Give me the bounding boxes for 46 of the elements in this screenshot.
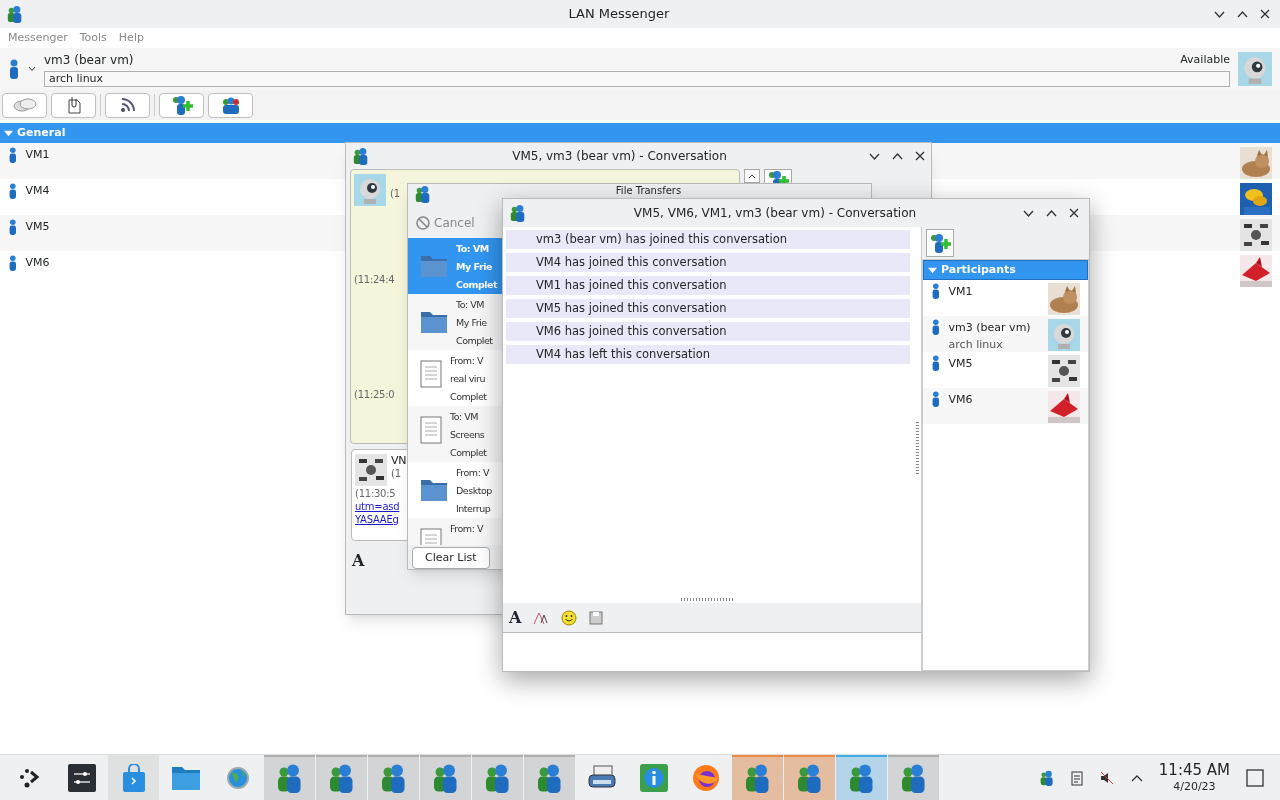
transfer-text: Desktop <box>456 484 492 498</box>
transfer-text: Complet <box>456 334 493 348</box>
message-time: (11:25:0 <box>354 388 395 402</box>
user-name: vm3 (bear vm) <box>44 52 134 69</box>
event-message: VM6 has joined this conversation <box>506 322 910 341</box>
window-title: VM5, vm3 (bear vm) - Conversation <box>511 148 728 165</box>
event-message: VM5 has joined this conversation <box>506 299 910 318</box>
transfer-text: My Frie <box>456 260 492 274</box>
transfer-text: Complet <box>450 446 487 460</box>
transfer-text: Complet <box>450 390 487 404</box>
event-message: vm3 (bear vm) has joined this conversation <box>506 230 910 249</box>
sender-name: VN <box>391 454 407 468</box>
contact-name: VM5 <box>25 219 50 235</box>
window-title: VM5, VM6, VM1, vm3 (bear vm) - Conversation <box>632 205 918 222</box>
message-time: (1 <box>391 467 401 481</box>
group-label: General <box>17 124 66 141</box>
transfer-text: real viru <box>450 372 485 386</box>
participant-note: arch linux <box>948 337 1004 353</box>
transfer-text: Complet <box>456 278 498 292</box>
message-time: (1 <box>390 187 400 201</box>
participant-name: VM6 <box>948 392 973 408</box>
clock-date: 4/20/23 <box>1173 780 1216 794</box>
transfer-text: From: V <box>456 466 489 480</box>
transfer-text: To: VM <box>456 298 485 312</box>
transfer-text: To: VM <box>450 410 479 424</box>
event-message: VM4 has left this conversation <box>506 345 910 364</box>
message-time: (11:24:4 <box>354 273 395 287</box>
group-label: Participants <box>941 261 1016 278</box>
transfer-text: From: V <box>450 354 483 368</box>
event-message: VM1 has joined this conversation <box>506 276 910 295</box>
window-title: LAN Messenger <box>567 5 671 24</box>
transfer-text: To: VM <box>456 242 489 256</box>
event-message: VM4 has joined this conversation <box>506 253 910 272</box>
transfer-text: My Frie <box>456 316 487 330</box>
participant-name: VM5 <box>948 356 973 372</box>
participant-name: vm3 (bear vm) <box>948 320 1031 336</box>
message-time: (11:30:5 <box>355 487 396 501</box>
transfer-text: Screens <box>450 428 485 442</box>
participant-name: VM1 <box>948 284 973 300</box>
contact-name: VM6 <box>25 255 50 271</box>
transfer-text: From: V <box>450 522 483 536</box>
clock-time: 11:45 AM <box>1158 761 1230 780</box>
transfer-text: Interrup <box>456 502 491 516</box>
window-title: File Transfers <box>614 185 683 197</box>
contact-name: VM4 <box>25 183 50 199</box>
contact-name: VM1 <box>25 147 50 163</box>
